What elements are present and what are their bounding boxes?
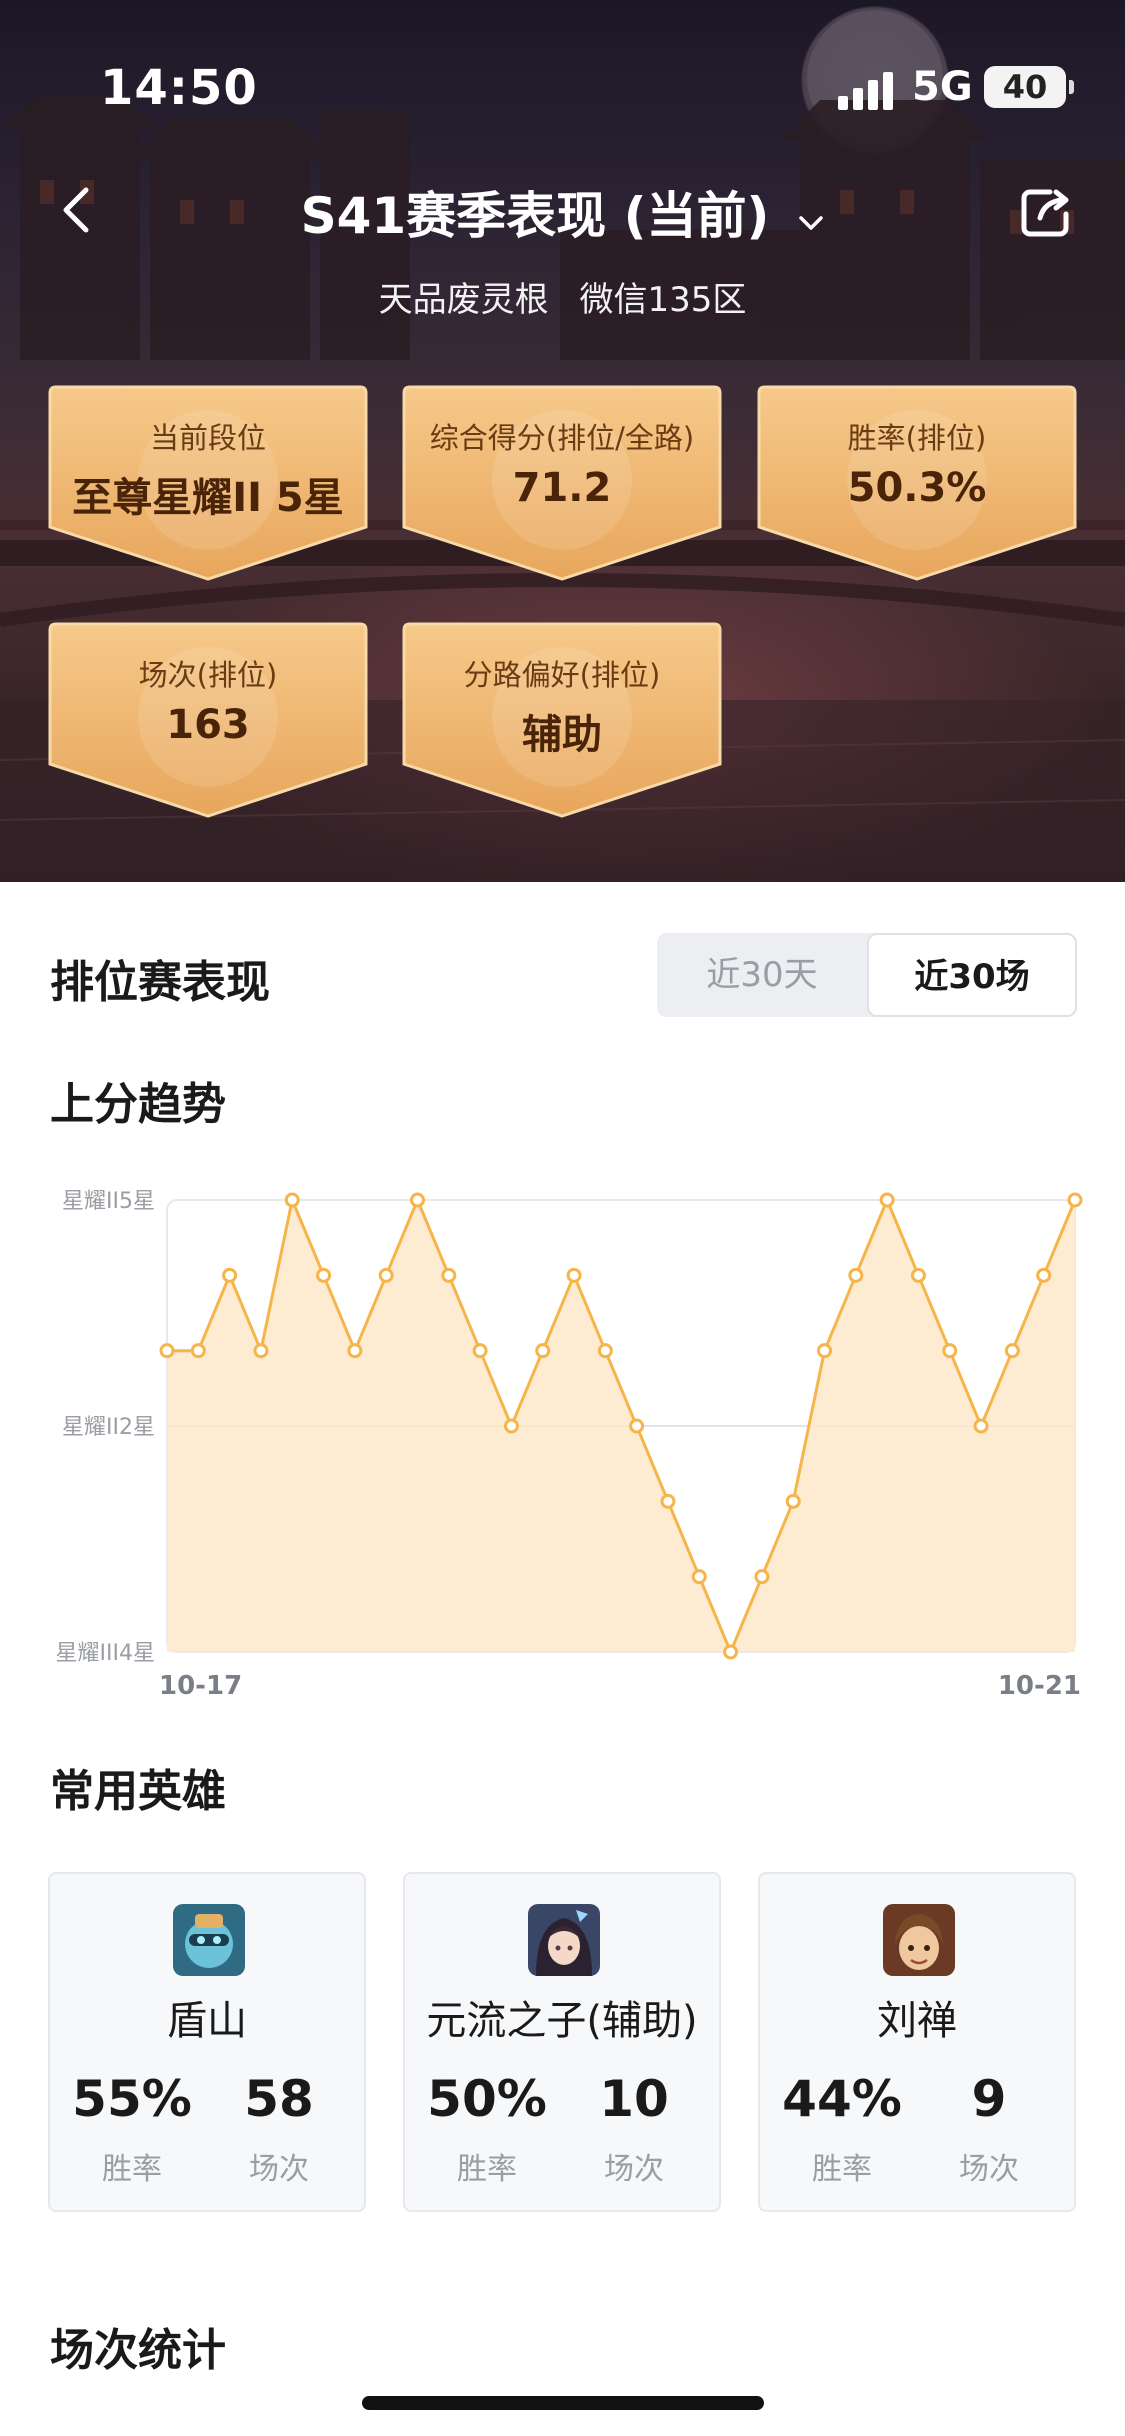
battery-icon: 40: [984, 66, 1074, 108]
badge-current-rank: 当前段位 至尊星耀II 5星: [48, 385, 368, 581]
trend-title: 上分趋势: [50, 1079, 226, 1130]
badge-label: 分路偏好(排位): [463, 658, 661, 692]
games-label: 场次: [249, 2152, 309, 2187]
badge-value: 163: [166, 702, 250, 748]
liushan-avatar-icon: [883, 1904, 955, 1976]
season-selector[interactable]: S41赛季表现 (当前): [0, 176, 1125, 248]
data-point: [817, 1343, 833, 1359]
rank-trend-chart: 星耀III4星星耀II2星星耀II5星 10-17 10-21: [56, 1189, 1083, 1701]
badge-label: 胜率(排位): [847, 421, 987, 455]
ranked-section-title: 排位赛表现: [50, 957, 270, 1008]
data-point: [190, 1343, 206, 1359]
badge-games: 场次(排位) 163: [48, 622, 368, 818]
dunshan-avatar-icon: [173, 1904, 245, 1976]
data-point: [409, 1192, 425, 1208]
data-point: [973, 1418, 989, 1434]
data-point: [629, 1418, 645, 1434]
games-label: 场次: [959, 2152, 1019, 2187]
data-point: [848, 1267, 864, 1283]
badge-lane-preference: 分路偏好(排位) 辅助: [402, 622, 722, 818]
games-label: 场次: [604, 2152, 664, 2187]
data-point: [316, 1267, 332, 1283]
win-rate-label: 胜率: [457, 2152, 517, 2187]
clock: 14:50: [100, 60, 258, 116]
hero-name: 盾山: [167, 1998, 247, 2044]
hero-games: 58: [244, 2070, 314, 2128]
data-point: [1067, 1192, 1083, 1208]
hero-games: 9: [971, 2070, 1007, 2128]
badge-value: 至尊星耀II 5星: [72, 475, 344, 521]
home-indicator: [362, 2396, 764, 2410]
tab-last-30-days[interactable]: 近30天: [657, 933, 867, 1017]
data-point: [910, 1267, 926, 1283]
x-tick-label: 10-17: [159, 1671, 242, 1701]
signal-icon: [838, 70, 898, 110]
y-tick-label: 星耀II5星: [62, 1189, 155, 1214]
data-point: [754, 1569, 770, 1585]
badge-label: 场次(排位): [138, 658, 278, 692]
hero-card[interactable]: 盾山 55% 58 胜率 场次: [48, 1872, 366, 2212]
data-point: [222, 1267, 238, 1283]
nav-bar: S41赛季表现 (当前): [0, 160, 1125, 260]
data-point: [159, 1343, 175, 1359]
season-header: 14:50 5G 40 S41赛季表现 (当前) 天品废灵根 微信135区 当前…: [0, 0, 1125, 882]
y-tick-label: 星耀II2星: [62, 1415, 155, 1440]
data-point: [347, 1343, 363, 1359]
hero-win-rate: 55%: [72, 2070, 192, 2128]
yuanliu-avatar-icon: [528, 1904, 600, 1976]
network-type: 5G: [912, 64, 973, 110]
badge-overall-score: 综合得分(排位/全路) 71.2: [402, 385, 722, 581]
data-point: [566, 1267, 582, 1283]
win-rate-label: 胜率: [812, 2152, 872, 2187]
badge-value: 50.3%: [847, 465, 987, 511]
data-point: [378, 1267, 394, 1283]
data-point: [660, 1493, 676, 1509]
data-point: [1004, 1343, 1020, 1359]
win-rate-label: 胜率: [102, 2152, 162, 2187]
hero-games: 10: [599, 2070, 669, 2128]
page-title: S41赛季表现 (当前): [300, 187, 770, 245]
data-point: [503, 1418, 519, 1434]
badge-win-rate: 胜率(排位) 50.3%: [757, 385, 1077, 581]
data-point: [535, 1343, 551, 1359]
data-point: [691, 1569, 707, 1585]
data-point: [785, 1493, 801, 1509]
share-icon[interactable]: [1018, 184, 1074, 240]
data-point: [942, 1343, 958, 1359]
data-point: [1036, 1267, 1052, 1283]
hero-name: 元流之子(辅助): [426, 1998, 698, 2044]
data-point: [723, 1644, 739, 1660]
hero-win-rate: 50%: [427, 2070, 547, 2128]
chevron-down-icon: [799, 215, 824, 230]
hero-card[interactable]: 刘禅 44% 9 胜率 场次: [758, 1872, 1076, 2212]
match-stats-title: 场次统计: [50, 2325, 226, 2376]
data-point: [441, 1267, 457, 1283]
player-name: 天品废灵根: [378, 280, 549, 320]
x-tick-label: 10-21: [998, 1671, 1081, 1701]
tab-last-30-games[interactable]: 近30场: [867, 933, 1077, 1017]
status-bar: 14:50 5G 40: [0, 0, 1125, 140]
hero-name: 刘禅: [877, 1998, 957, 2044]
badge-value: 辅助: [522, 712, 602, 758]
badge-label: 综合得分(排位/全路): [429, 421, 695, 455]
y-tick-label: 星耀III4星: [56, 1641, 155, 1666]
player-info: 天品废灵根 微信135区: [0, 272, 1125, 321]
server-name: 微信135区: [579, 280, 747, 320]
data-point: [879, 1192, 895, 1208]
data-point: [284, 1192, 300, 1208]
hero-win-rate: 44%: [782, 2070, 902, 2128]
data-point: [253, 1343, 269, 1359]
heroes-section-title: 常用英雄: [50, 1766, 226, 1817]
hero-card[interactable]: 元流之子(辅助) 50% 10 胜率 场次: [403, 1872, 721, 2212]
badge-label: 当前段位: [149, 421, 266, 455]
data-point: [472, 1343, 488, 1359]
data-point: [597, 1343, 613, 1359]
range-toggle: 近30天 近30场: [657, 933, 1077, 1017]
badge-value: 71.2: [512, 465, 612, 511]
